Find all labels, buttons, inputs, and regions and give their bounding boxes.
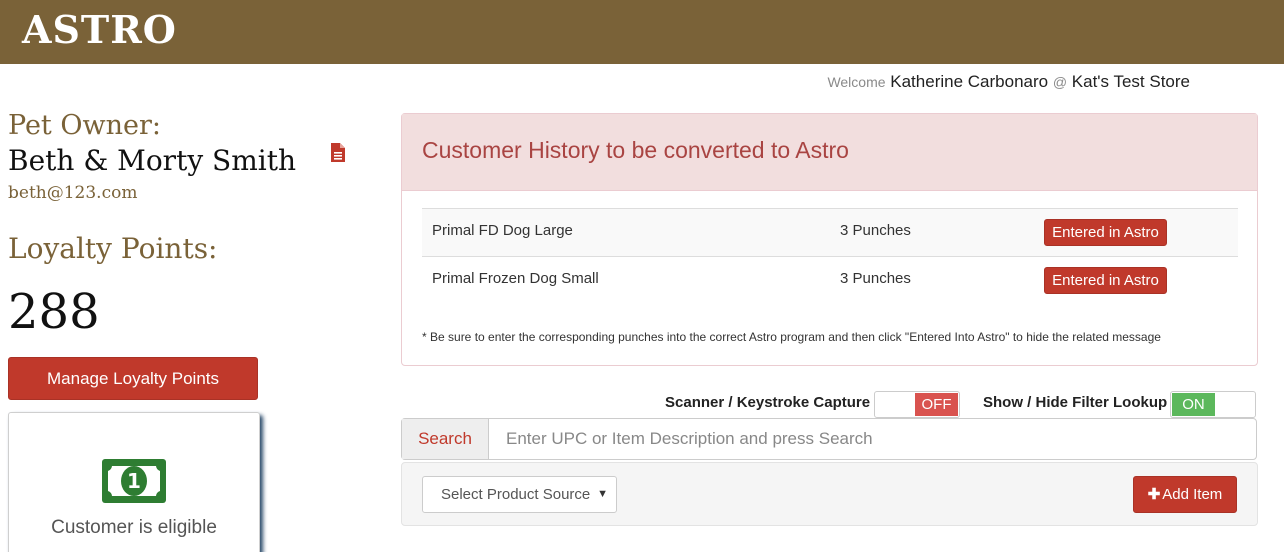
- current-user: Katherine Carbonaro: [890, 72, 1049, 91]
- search-bar: Search: [401, 418, 1257, 460]
- history-note: * Be sure to enter the corresponding pun…: [422, 330, 1161, 344]
- product-source-select-value: Select Product Source: [441, 486, 591, 503]
- punches-cell: 3 Punches: [840, 270, 911, 287]
- product-cell: Primal FD Dog Large: [432, 222, 573, 239]
- entered-in-astro-button[interactable]: Entered in Astro: [1044, 219, 1167, 246]
- pet-owner-email: beth@123.com: [8, 183, 138, 203]
- eligibility-text: Customer is eligible: [51, 517, 217, 538]
- scanner-toggle-label: Scanner / Keystroke Capture: [665, 394, 871, 411]
- punches-cell: 3 Punches: [840, 222, 911, 239]
- store-name: Kat's Test Store: [1071, 72, 1190, 91]
- astro-logo[interactable]: ASTRO: [22, 8, 177, 52]
- table-row: Primal FD Dog Large 3 Punches Entered in…: [422, 208, 1238, 256]
- document-icon[interactable]: [330, 143, 346, 162]
- filter-toggle-state: ON: [1172, 393, 1215, 416]
- filter-panel: Select Product Source ▼ ✚ Add Item: [401, 462, 1258, 526]
- plus-icon: ✚: [1147, 486, 1161, 503]
- add-item-label: Add Item: [1162, 486, 1223, 503]
- customer-history-panel: Customer History to be converted to Astr…: [401, 113, 1258, 366]
- welcome-prefix: Welcome: [827, 74, 886, 90]
- manage-loyalty-points-button[interactable]: Manage Loyalty Points: [8, 357, 258, 400]
- money-bill-icon: 1: [102, 459, 166, 503]
- loyalty-points-label: Loyalty Points:: [8, 232, 218, 265]
- svg-text:1: 1: [127, 469, 141, 493]
- caret-down-icon: ▼: [593, 477, 608, 512]
- scanner-toggle[interactable]: OFF: [874, 391, 960, 418]
- table-row: Primal Frozen Dog Small 3 Punches Entere…: [422, 256, 1238, 304]
- scanner-toggle-state: OFF: [915, 393, 958, 416]
- loyalty-points-value: 288: [8, 284, 100, 340]
- top-bar: ASTRO: [0, 0, 1284, 64]
- pet-owner-label: Pet Owner:: [8, 110, 161, 141]
- filter-toggle-label: Show / Hide Filter Lookup: [983, 394, 1168, 411]
- search-button[interactable]: Search: [402, 419, 489, 459]
- add-item-button[interactable]: ✚ Add Item: [1133, 476, 1237, 513]
- history-table: Primal FD Dog Large 3 Punches Entered in…: [422, 208, 1238, 304]
- eligibility-card: 1 Customer is eligible: [8, 412, 260, 552]
- filter-toggle[interactable]: ON: [1170, 391, 1256, 418]
- pet-owner-name: Beth & Morty Smith: [8, 144, 297, 177]
- product-source-select[interactable]: Select Product Source ▼: [422, 476, 617, 513]
- at-sign: @: [1052, 74, 1068, 90]
- search-input[interactable]: [490, 419, 1256, 459]
- entered-in-astro-button[interactable]: Entered in Astro: [1044, 267, 1167, 294]
- welcome-line: Welcome Katherine Carbonaro @ Kat's Test…: [827, 72, 1190, 92]
- history-panel-header: Customer History to be converted to Astr…: [402, 114, 1257, 191]
- product-cell: Primal Frozen Dog Small: [432, 270, 599, 287]
- history-panel-title: Customer History to be converted to Astr…: [422, 137, 849, 163]
